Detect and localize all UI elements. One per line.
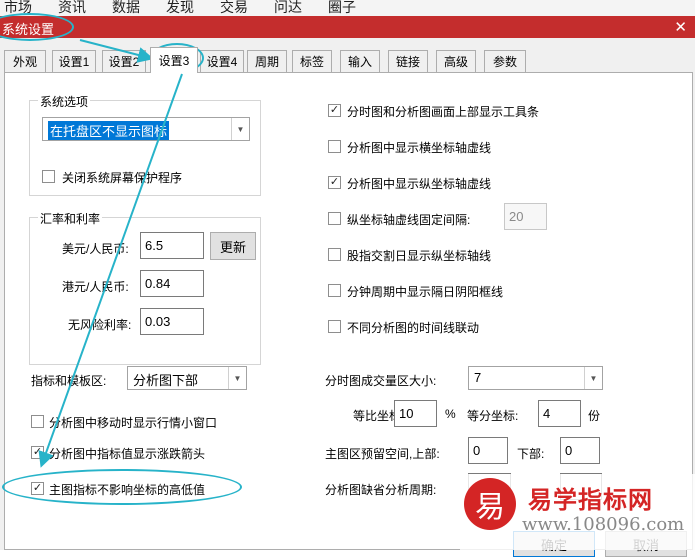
- watermark-url: www.108096.com: [522, 514, 685, 535]
- watermark-name: 易学指标网: [528, 487, 653, 514]
- annotation-arrow-to-option: [38, 73, 183, 468]
- tab-settings3[interactable]: 设置3: [150, 47, 198, 73]
- watermark-logo: 易: [464, 478, 516, 530]
- watermark: 易 易学指标网 www.108096.com: [460, 474, 695, 550]
- annotation-arrows: [38, 39, 183, 468]
- annotation-arrow-to-tab: [79, 39, 154, 63]
